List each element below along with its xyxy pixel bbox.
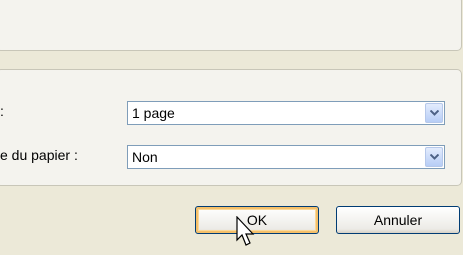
chevron-down-icon[interactable] <box>425 147 443 167</box>
pages-per-sheet-select[interactable]: 1 page <box>127 101 445 125</box>
paper-size-label: e du papier : <box>0 147 78 163</box>
window-edge <box>463 0 468 255</box>
chevron-down-icon[interactable] <box>425 103 443 123</box>
pages-per-sheet-label: : <box>0 103 4 119</box>
ok-button[interactable]: OK <box>195 206 319 234</box>
paper-size-select[interactable]: Non <box>127 145 445 169</box>
top-panel <box>0 0 462 51</box>
pages-per-sheet-value: 1 page <box>132 105 175 121</box>
print-dialog: : 1 page e du papier : Non OK Annuler <box>0 0 463 255</box>
paper-size-value: Non <box>132 149 158 165</box>
cancel-button[interactable]: Annuler <box>336 206 460 234</box>
arrow-cursor-icon <box>236 216 255 246</box>
